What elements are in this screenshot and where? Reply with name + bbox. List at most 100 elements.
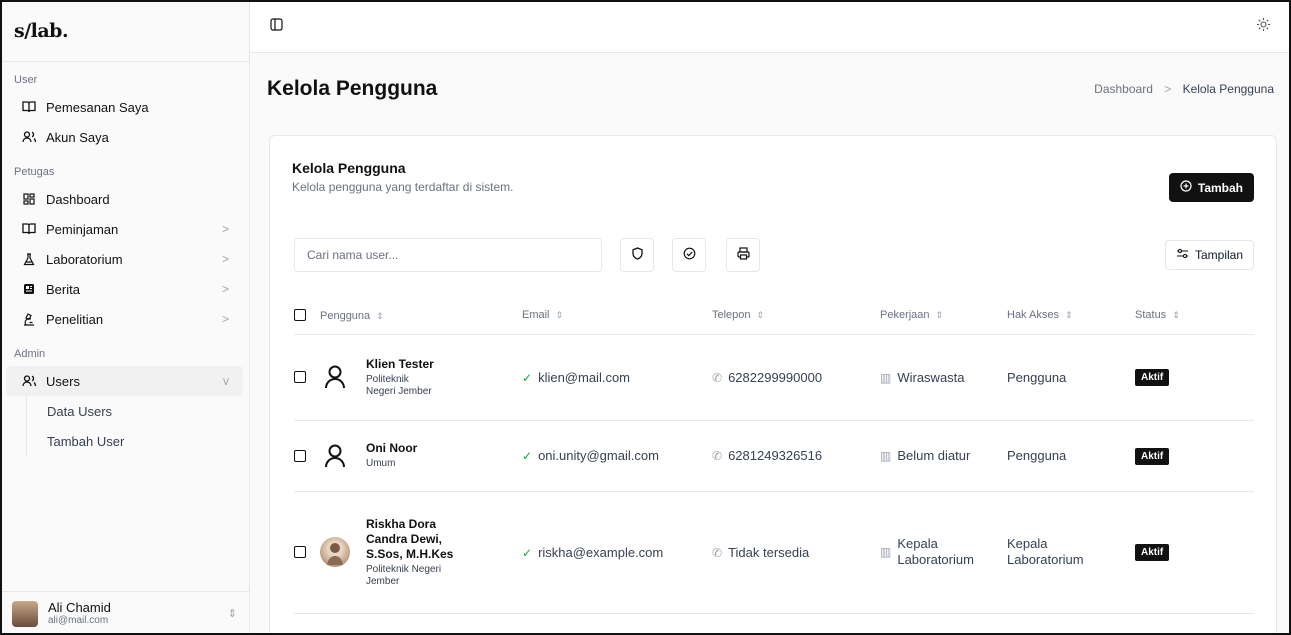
users-icon [20, 131, 38, 143]
search-input[interactable] [294, 238, 602, 272]
col-label: Pengguna [320, 309, 371, 322]
table-header-row: Pengguna ⇕ Email ⇕ Telepon ⇕ Pekerjaan ⇕ Hak… [294, 297, 1254, 335]
chevron-right-icon: > [221, 252, 229, 266]
section-label-admin: Admin [14, 348, 46, 360]
col-label: Email [522, 309, 550, 322]
sidebar: s/lab. User Pemesanan Saya Akun Saya Pet… [0, 0, 250, 635]
breadcrumb-separator: > [1164, 82, 1172, 96]
chevron-down-icon: v [223, 374, 229, 388]
filter-shield-button[interactable] [620, 238, 654, 272]
page-title: Kelola Pengguna [267, 77, 438, 100]
user-role: Kepala Laboratorium [1007, 536, 1084, 567]
sidebar-subitem-data-users[interactable]: Data Users [47, 396, 249, 426]
breadcrumb: Dashboard > Kelola Pengguna [1094, 82, 1274, 96]
logo-row: s/lab. [0, 0, 249, 62]
filter-status-button[interactable] [672, 238, 706, 272]
section-label-user: User [14, 74, 38, 86]
user-email: ali@mail.com [48, 615, 109, 626]
check-icon: ✓ [522, 545, 533, 560]
user-job: Belum diatur [897, 448, 971, 463]
user-org: Politeknik Negeri Jember [366, 373, 432, 397]
app-logo[interactable]: s/lab. [14, 20, 69, 42]
print-button[interactable] [726, 238, 760, 272]
phone-icon: ✆ [712, 545, 723, 560]
user-phone: 6281249326516 [728, 448, 823, 463]
newspaper-icon [20, 283, 38, 295]
avatar [320, 537, 350, 567]
sidebar-item-penelitian[interactable]: Penelitian > [6, 304, 243, 334]
col-telepon[interactable]: Telepon ⇕ [712, 297, 880, 335]
status-badge: Aktif [1135, 544, 1170, 561]
sidebar-item-laboratorium[interactable]: Laboratorium > [6, 244, 243, 274]
users-table: Pengguna ⇕ Email ⇕ Telepon ⇕ Pekerjaan ⇕ Hak… [294, 297, 1254, 614]
sidebar-subitem-tambah-user[interactable]: Tambah User [47, 426, 249, 456]
user-role: Pengguna [1007, 448, 1067, 463]
row-checkbox[interactable] [294, 371, 306, 383]
card-subtitle: Kelola pengguna yang terdaftar di sistem… [292, 180, 514, 194]
col-pekerjaan[interactable]: Pekerjaan ⇕ [880, 297, 1007, 335]
sidebar-item-label: Penelitian [46, 311, 104, 327]
chevron-right-icon: > [221, 312, 229, 326]
status-badge: Aktif [1135, 369, 1170, 386]
col-status[interactable]: Status ⇕ [1135, 297, 1254, 335]
chevron-right-icon: > [221, 222, 229, 236]
sidebar-item-pemesanan-saya[interactable]: Pemesanan Saya [6, 92, 243, 122]
user-job: Wiraswasta [897, 369, 965, 385]
user-cell: Oni Noor Umum [294, 441, 522, 471]
row-checkbox[interactable] [294, 546, 306, 558]
sidebar-item-label: Users [46, 373, 80, 389]
sidebar-item-peminjaman[interactable]: Peminjaman > [6, 214, 243, 244]
users-icon [20, 375, 38, 387]
user-cell: Riskha Dora Candra Dewi, S.Sos, M.H.Kes … [294, 517, 522, 588]
topbar [250, 0, 1291, 53]
user-menu[interactable]: Ali Chamid ali@mail.com ⇕ [0, 591, 249, 635]
user-job: Kepala Laboratorium [897, 536, 974, 567]
col-pengguna[interactable]: Pengguna ⇕ [294, 297, 522, 335]
sort-icon: ⇕ [1064, 310, 1073, 321]
user-cell: Klien Tester Politeknik Negeri Jember [294, 357, 522, 398]
microscope-icon [20, 312, 38, 326]
user-name: Riskha Dora Candra Dewi, S.Sos, M.H.Kes [366, 516, 454, 561]
view-options-button[interactable]: Tampilan [1164, 240, 1254, 270]
sidebar-item-label: Pemesanan Saya [46, 99, 149, 115]
main-content: Kelola Pengguna Dashboard > Kelola Pengg… [250, 53, 1291, 635]
breadcrumb-link-dashboard[interactable]: Dashboard [1094, 82, 1153, 96]
sidebar-item-label: Akun Saya [46, 129, 109, 145]
sort-icon: ⇕ [1172, 310, 1180, 321]
user-org: Politeknik Negeri Jember [366, 563, 442, 587]
col-label: Status [1135, 309, 1167, 322]
sort-icon: ⇕ [376, 310, 384, 321]
chevron-right-icon: > [221, 282, 229, 296]
sidebar-item-label: Laboratorium [46, 251, 123, 267]
col-email[interactable]: Email ⇕ [522, 297, 712, 335]
building-icon: ▥ [880, 370, 892, 385]
status-badge: Aktif [1135, 447, 1170, 465]
user-email: klien@mail.com [538, 369, 631, 385]
plus-circle-icon [1180, 180, 1192, 195]
users-submenu: Data Users Tambah User [26, 396, 249, 456]
row-checkbox[interactable] [294, 449, 306, 462]
sidebar-item-dashboard[interactable]: Dashboard [6, 184, 243, 214]
col-label: Telepon [712, 309, 751, 322]
sliders-icon [1176, 248, 1189, 262]
theme-toggle-icon[interactable] [1256, 17, 1271, 36]
building-icon: ▥ [880, 449, 892, 463]
building-icon: ▥ [880, 545, 892, 559]
table-row[interactable]: Oni Noor Umum ✓ oni.unity@gmail.com ✆ 6281… [294, 420, 1254, 492]
col-hak-akses[interactable]: Hak Akses ⇕ [1007, 297, 1135, 335]
sidebar-item-users[interactable]: Users v [6, 366, 243, 396]
page-header: Kelola Pengguna Dashboard > Kelola Pengg… [250, 53, 1291, 125]
sidebar-item-akun-saya[interactable]: Akun Saya [6, 122, 243, 152]
add-user-button[interactable]: Tambah [1168, 173, 1254, 202]
user-name: Klien Tester [366, 356, 434, 371]
select-all-checkbox[interactable] [294, 308, 306, 321]
sidebar-toggle-icon[interactable] [270, 18, 283, 34]
user-email: oni.unity@gmail.com [538, 448, 659, 463]
sidebar-item-berita[interactable]: Berita > [6, 274, 243, 304]
table-row[interactable]: Klien Tester Politeknik Negeri Jember ✓ k… [294, 334, 1254, 421]
user-name: Oni Noor [366, 441, 418, 455]
avatar [12, 600, 38, 627]
table-row[interactable]: Riskha Dora Candra Dewi, S.Sos, M.H.Kes … [294, 491, 1254, 614]
breadcrumb-current: Kelola Pengguna [1182, 82, 1274, 96]
card-header: Kelola Pengguna Kelola pengguna yang ter… [292, 160, 513, 194]
